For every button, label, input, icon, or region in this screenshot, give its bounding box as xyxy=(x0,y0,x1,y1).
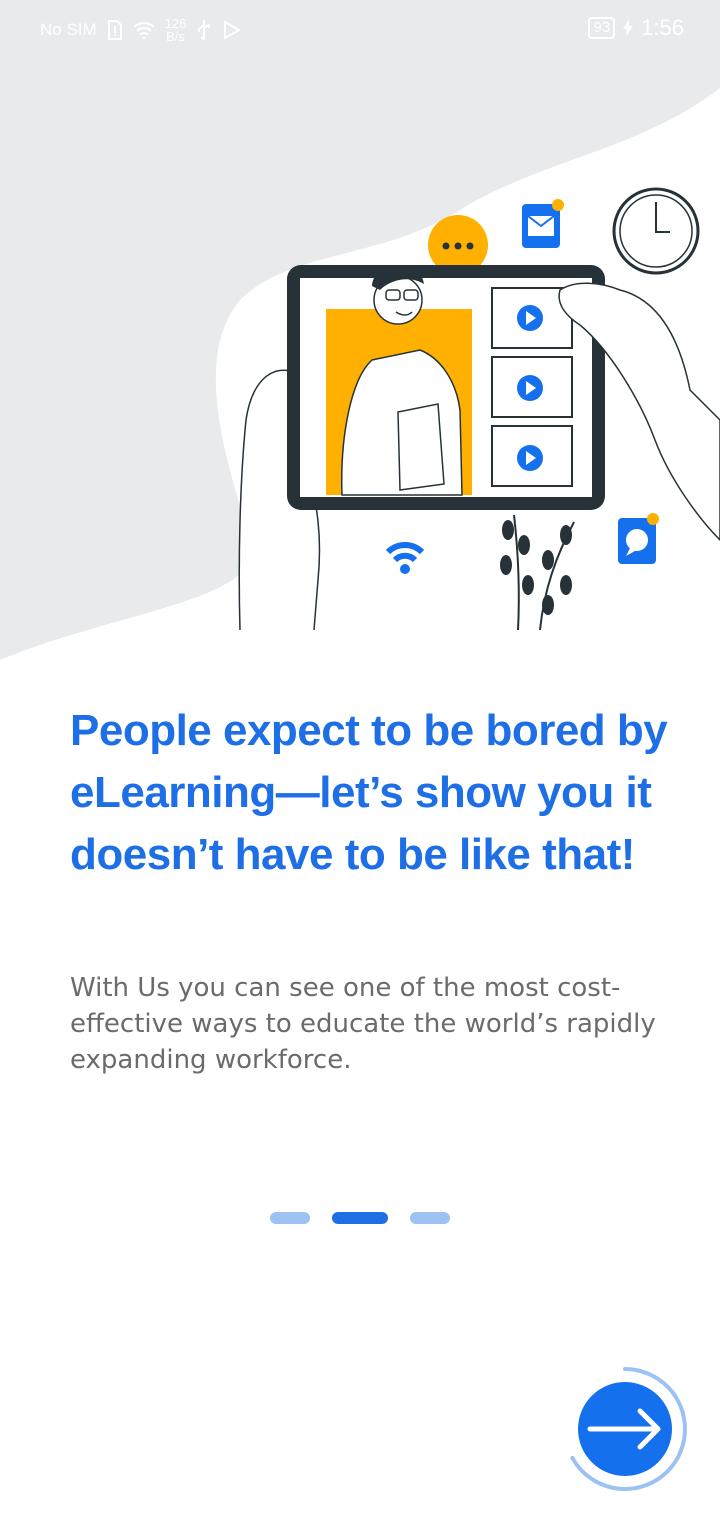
tablet xyxy=(287,265,605,510)
wifi-icon xyxy=(133,22,155,39)
arrow-right-icon xyxy=(587,1408,661,1450)
net-speed-unit: B/s xyxy=(166,29,185,44)
clock: 1:56 xyxy=(641,15,684,40)
page-indicator xyxy=(270,1212,450,1224)
wall-clock-icon xyxy=(612,187,700,275)
next-button-container xyxy=(560,1360,694,1494)
page-indicator-dot[interactable] xyxy=(270,1212,310,1224)
wifi-illustration-icon xyxy=(385,541,425,574)
battery-indicator: 93 xyxy=(588,17,616,39)
net-speed: 126 B/s xyxy=(165,17,187,43)
plant-icon xyxy=(500,514,575,631)
onboarding-headline: People expect to be bored by eLearning—l… xyxy=(70,706,668,879)
play-store-icon xyxy=(224,20,242,40)
page-indicator-dot[interactable] xyxy=(410,1212,450,1224)
play-icon xyxy=(517,375,543,401)
charging-icon xyxy=(623,19,634,37)
chat-notification-icon xyxy=(618,513,659,564)
elearning-illustration xyxy=(0,60,720,660)
onboarding-description: With Us you can see one of the most cost… xyxy=(70,973,656,1075)
page-indicator-dot-active[interactable] xyxy=(332,1212,388,1224)
next-button[interactable] xyxy=(578,1382,672,1476)
mail-notification-icon xyxy=(522,199,564,248)
usb-icon xyxy=(198,20,211,41)
carrier-label: No SIM xyxy=(40,20,97,39)
sim-alert-icon xyxy=(107,20,122,40)
play-icon xyxy=(517,305,543,331)
play-icon xyxy=(517,445,543,471)
status-bar: No SIM 126 B/s 93 1:56 xyxy=(0,0,720,60)
